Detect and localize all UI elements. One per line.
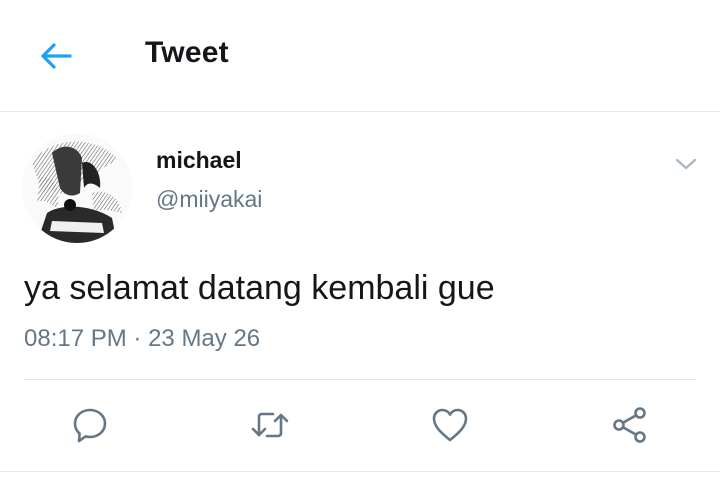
author-handle[interactable]: @miiyakai — [156, 186, 262, 213]
like-button[interactable] — [428, 403, 472, 447]
more-options-button[interactable] — [670, 150, 702, 178]
retweet-icon — [251, 412, 289, 438]
reply-icon — [73, 408, 107, 443]
heart-icon — [432, 408, 468, 442]
avatar[interactable] — [22, 133, 132, 243]
tweet-time: 08:17 PM — [24, 325, 127, 352]
top-bar: Tweet — [0, 0, 720, 112]
arrow-left-icon — [41, 43, 72, 69]
avatar-image — [22, 133, 132, 243]
tweet-timestamp: 08:17 PM · 23 May 26 — [24, 325, 260, 353]
page-title: Tweet — [145, 36, 229, 69]
reply-button[interactable] — [68, 403, 112, 447]
tweet-date: 23 May 26 — [148, 325, 261, 352]
chevron-down-icon — [675, 158, 697, 170]
retweet-button[interactable] — [248, 403, 292, 447]
meta-separator: · — [133, 325, 142, 352]
author-name[interactable]: michael — [156, 147, 242, 174]
share-icon — [613, 407, 646, 443]
divider — [24, 379, 696, 380]
tweet-text: ya selamat datang kembali gue — [24, 269, 495, 307]
share-button[interactable] — [608, 403, 652, 447]
bottom-divider — [0, 471, 720, 472]
back-button[interactable] — [36, 36, 76, 76]
